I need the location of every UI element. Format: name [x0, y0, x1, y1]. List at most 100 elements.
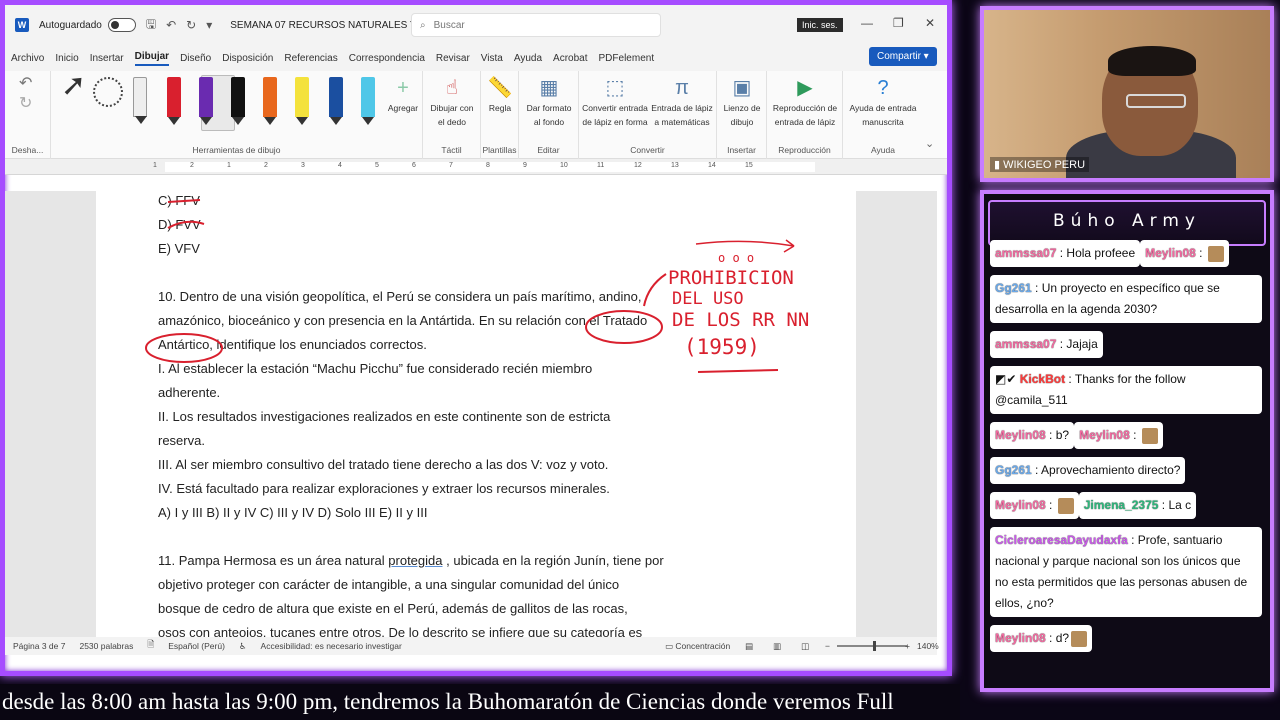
chat-username[interactable]: Meylin08: [1145, 246, 1196, 260]
edit-group: ▦ Dar formato al fondo Editar: [519, 71, 579, 159]
chat-text: Hola profeee: [1066, 246, 1136, 260]
chat-username[interactable]: Gg261: [995, 463, 1032, 477]
ink-to-shape-button[interactable]: ⬚ Convertir entrada de lápiz en forma: [581, 75, 649, 129]
chat-username[interactable]: Meylin08: [995, 428, 1046, 442]
chat-message-list: ammssa07 : Hola profeee Meylin08 : Gg261 …: [990, 240, 1264, 660]
customize-dropdown-icon[interactable]: ▾: [206, 18, 212, 32]
chat-message: Meylin08 : d?: [990, 625, 1093, 652]
ruler-button[interactable]: 📏 Regla: [485, 75, 515, 115]
tab-dibujar[interactable]: Dibujar: [134, 51, 170, 66]
redo-icon[interactable]: ↻: [186, 18, 196, 32]
tab-dise-o[interactable]: Diseño: [180, 53, 211, 64]
templates-group: 📏 Regla Plantillas: [481, 71, 519, 159]
red-pen-icon[interactable]: [167, 77, 181, 125]
chat-separator: :: [1127, 533, 1138, 547]
chat-username[interactable]: Meylin08: [995, 631, 1046, 645]
ticker-banner: desde las 8:00 am hasta las 9:00 pm, ten…: [0, 684, 960, 720]
tab-vista[interactable]: Vista: [481, 53, 503, 64]
ribbon-undo-icon[interactable]: ↶: [19, 76, 32, 92]
autosave-toggle[interactable]: [107, 18, 136, 32]
minimize-icon[interactable]: —: [861, 16, 873, 30]
accessibility-status[interactable]: Accesibilidad: es necesario investigar: [261, 641, 402, 651]
chat-username[interactable]: Gg261: [995, 281, 1032, 295]
ruler-tick: 11: [597, 162, 605, 169]
drawing-canvas-button[interactable]: ▣ Lienzo de dibujo: [721, 75, 763, 129]
chat-message: Meylin08 :: [1140, 240, 1229, 267]
q11-underlined-word: protegida: [388, 553, 443, 568]
sign-in-button[interactable]: Inic. ses.: [797, 18, 843, 32]
chat-username[interactable]: CicleroaresaDayudaxfa: [995, 533, 1128, 547]
question-icon: ?: [877, 77, 889, 99]
focus-mode[interactable]: ▭ Concentración: [665, 641, 744, 652]
tab-referencias[interactable]: Referencias: [284, 53, 337, 64]
help-group-label: Ayuda: [871, 145, 895, 155]
zoom-in-icon[interactable]: +: [905, 641, 910, 651]
tab-inicio[interactable]: Inicio: [55, 53, 78, 64]
read-mode-icon[interactable]: ▤: [745, 641, 753, 652]
web-layout-icon[interactable]: ◫: [801, 641, 809, 652]
chat-username[interactable]: Meylin08: [1079, 428, 1130, 442]
purple-pen-icon[interactable]: [199, 77, 213, 125]
cyan-pen-icon[interactable]: [361, 77, 375, 125]
draw-with-finger-button[interactable]: ☝ Dibujar con el dedo: [427, 75, 477, 129]
tab-pdfelement[interactable]: PDFelement: [599, 53, 655, 64]
add-pen-button[interactable]: + Agregar: [385, 75, 421, 115]
zoom-out-icon[interactable]: −: [825, 641, 830, 651]
chat-username[interactable]: KickBot: [1020, 372, 1065, 386]
search-input[interactable]: ⌕ Buscar: [411, 13, 661, 37]
undo-icon[interactable]: ↶: [166, 18, 176, 32]
page-count[interactable]: Página 3 de 7: [13, 641, 65, 651]
canvas-label: Lienzo de dibujo: [723, 103, 761, 127]
ink-replay-button[interactable]: ▶ Reproducción de entrada de lápiz: [771, 75, 839, 129]
q10-item: II. Los resultados investigaciones reali…: [158, 409, 611, 424]
tab-acrobat[interactable]: Acrobat: [553, 53, 587, 64]
tab-archivo[interactable]: Archivo: [11, 53, 44, 64]
chat-username[interactable]: ammssa07: [995, 337, 1056, 351]
document-title[interactable]: SEMANA 07 RECURSOS NATURALES Y...: [230, 20, 423, 31]
chat-username[interactable]: ammssa07: [995, 246, 1056, 260]
hw-line-1: PROHIBICION: [668, 267, 794, 289]
replay-label: Reproducción de entrada de lápiz: [772, 103, 838, 127]
drawing-tools-group: ➚ + Agregar Herramientas de dibujo: [51, 71, 423, 159]
format-background-button[interactable]: ▦ Dar formato al fondo: [523, 75, 575, 129]
chat-username[interactable]: Meylin08: [995, 498, 1046, 512]
tab-disposici-n[interactable]: Disposición: [222, 53, 273, 64]
maximize-icon[interactable]: ❐: [893, 16, 904, 30]
tab-insertar[interactable]: Insertar: [90, 53, 124, 64]
ribbon-redo-icon[interactable]: ↻: [19, 96, 32, 112]
proofing-icon[interactable]: 🗎: [147, 639, 154, 653]
word-count[interactable]: 2530 palabras: [79, 641, 133, 651]
playback-group-label: Reproducción: [778, 145, 831, 155]
collapse-ribbon-icon[interactable]: ⌄: [925, 137, 934, 151]
tab-revisar[interactable]: Revisar: [436, 53, 470, 64]
zoom-level[interactable]: 140%: [917, 641, 939, 651]
chat-message: ammssa07 : Jajaja: [990, 331, 1103, 358]
close-icon[interactable]: ✕: [925, 16, 935, 30]
chat-username[interactable]: Jimena_2375: [1084, 498, 1159, 512]
bot-badge-icon: ◩✔: [995, 372, 1020, 386]
eraser-icon[interactable]: [133, 77, 147, 124]
tab-correspondencia[interactable]: Correspondencia: [349, 53, 425, 64]
blue-pen-icon[interactable]: [329, 77, 343, 125]
webcam-label: ▮ WIKIGEO PERU: [990, 157, 1090, 172]
zoom-slider-thumb[interactable]: [873, 641, 876, 651]
print-layout-icon[interactable]: ▥: [773, 641, 781, 652]
share-button[interactable]: Compartir ▾: [869, 47, 937, 66]
yellow-highlighter-icon[interactable]: [295, 77, 309, 125]
horizontal-ruler: 1 2 1 2 3 4 5 6 7 8 9 10 11 12 13 14 15: [5, 159, 947, 175]
save-icon[interactable]: 🖫: [146, 15, 156, 36]
chat-separator: :: [1031, 463, 1042, 477]
lasso-select-icon[interactable]: [93, 77, 123, 107]
ink-to-math-button[interactable]: π Entrada de lápiz a matemáticas: [649, 75, 715, 129]
orange-pen-icon[interactable]: [263, 77, 277, 125]
tab-ayuda[interactable]: Ayuda: [514, 53, 542, 64]
document-page[interactable]: C) FFV D) FVV E) VFV 10. Dentro de una v…: [96, 191, 856, 640]
select-arrow-icon[interactable]: ➚: [61, 71, 86, 101]
chat-text: Jajaja: [1066, 337, 1098, 351]
q10-item: IV. Está facultado para realizar explora…: [158, 481, 610, 496]
ink-help-button[interactable]: ? Ayuda de entrada manuscrita: [847, 75, 919, 129]
black-pen-icon[interactable]: [231, 77, 245, 125]
zoom-slider[interactable]: [837, 645, 907, 647]
q10-item: I. Al establecer la estación “Machu Picc…: [158, 361, 593, 376]
language[interactable]: Español (Perú): [168, 641, 225, 651]
